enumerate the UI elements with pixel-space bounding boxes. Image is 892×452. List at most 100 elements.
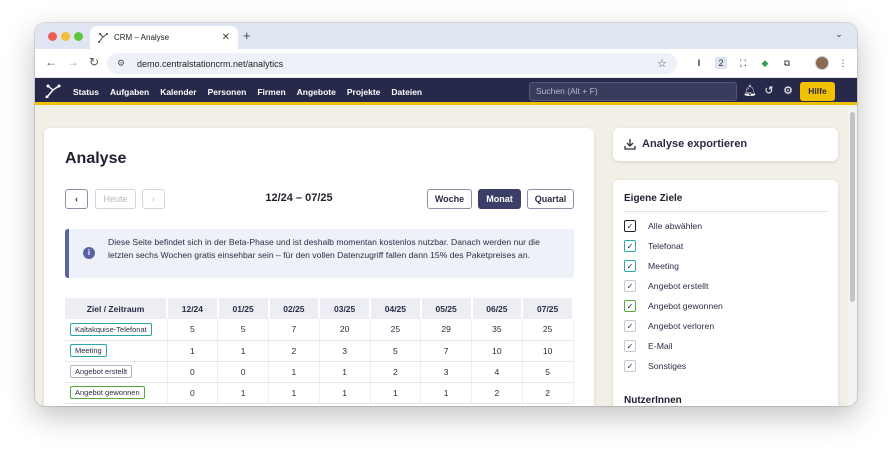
page-title: Analyse (65, 150, 127, 167)
reload-icon[interactable]: ↻ (89, 55, 99, 69)
period-week-button[interactable]: Woche (427, 189, 472, 209)
new-tab-button[interactable]: + (243, 28, 251, 43)
value-cell: 1 (319, 361, 371, 383)
value-cell: 25 (522, 319, 574, 341)
checkbox-checked-icon[interactable]: ✓ (624, 360, 636, 372)
previous-period-button[interactable]: ‹ (65, 189, 88, 209)
table-row: Meeting 1 1 2 3 5 7 10 10 (65, 340, 574, 362)
value-cell: 7 (268, 319, 320, 341)
users-title: NutzerInnen (624, 395, 682, 406)
column-header: 02/25 (268, 298, 321, 319)
value-cell: 20 (319, 319, 371, 341)
value-cell: 25 (370, 319, 422, 341)
nav-dateien[interactable]: Dateien (391, 87, 422, 97)
goal-filter-label: Telefonat (648, 241, 684, 251)
back-arrow-icon[interactable]: ← (45, 55, 57, 69)
goal-filter-label: Sonstiges (648, 361, 687, 371)
help-button[interactable]: Hilfe (800, 82, 835, 101)
goal-filter-item[interactable]: ✓ Alle abwählen (624, 216, 723, 236)
table-header-row: Ziel / Zeitraum 12/24 01/25 02/25 03/25 … (65, 298, 574, 319)
address-bar[interactable]: ⚙ demo.centralstationcrm.net/analytics ☆ (107, 53, 677, 74)
export-analysis-label: Analyse exportieren (642, 138, 748, 150)
column-header: 01/25 (217, 298, 270, 319)
nav-aufgaben[interactable]: Aufgaben (110, 87, 149, 97)
goal-filter-item[interactable]: ✓ E-Mail (624, 336, 723, 356)
column-header: Ziel / Zeitraum (65, 298, 168, 319)
browser-tab[interactable]: CRM – Analyse ✕ (90, 26, 238, 49)
goal-chip: Angebot gewonnen (70, 386, 145, 399)
goal-filter-item[interactable]: ✓ Angebot erstellt (624, 276, 723, 296)
app-navigation: Status Aufgaben Kalender Personen Firmen… (35, 78, 857, 105)
profile-avatar[interactable] (815, 56, 829, 70)
nav-kalender[interactable]: Kalender (160, 87, 196, 97)
period-month-button[interactable]: Monat (478, 189, 521, 209)
goal-filter-label: Angebot gewonnen (648, 301, 723, 311)
deselect-all-icon[interactable]: ✓ (624, 220, 636, 232)
checkbox-checked-icon[interactable]: ✓ (624, 280, 636, 292)
goal-filter-item[interactable]: ✓ Angebot verloren (624, 316, 723, 336)
download-icon (624, 139, 636, 150)
nav-angebote[interactable]: Angebote (297, 87, 336, 97)
browser-menu-icon[interactable]: ⋮ (837, 57, 849, 69)
forward-arrow-icon[interactable]: → (67, 55, 79, 69)
column-header: 12/24 (167, 298, 219, 319)
extension-badge-icon[interactable]: 2 (715, 57, 727, 69)
close-window-button[interactable] (48, 32, 57, 41)
goal-filter-item[interactable]: ✓ Angebot gewonnen (624, 296, 723, 316)
main-menu: Status Aufgaben Kalender Personen Firmen… (73, 78, 433, 105)
checkbox-checked-icon[interactable]: ✓ (624, 320, 636, 332)
today-button[interactable]: Heute (95, 189, 136, 209)
column-header: 07/25 (522, 298, 574, 319)
goal-filter-item[interactable]: ✓ Telefonat (624, 236, 723, 256)
site-settings-icon[interactable]: ⚙ (117, 58, 129, 69)
value-cell: 0 (217, 361, 269, 383)
next-period-button[interactable]: › (142, 189, 165, 209)
period-quarter-button[interactable]: Quartal (527, 189, 574, 209)
nav-projekte[interactable]: Projekte (347, 87, 381, 97)
goal-chip: Meeting (70, 344, 107, 357)
info-icon: i (83, 247, 95, 259)
beta-info-box: i Diese Seite befindet sich in der Beta-… (65, 229, 574, 278)
checkbox-checked-icon[interactable]: ✓ (624, 340, 636, 352)
minimize-window-button[interactable] (61, 32, 70, 41)
goal-filter-label: Alle abwählen (648, 221, 703, 231)
bell-icon[interactable]: 🔔︎ (743, 84, 757, 98)
goal-label-cell: Angebot erstellt (65, 361, 168, 383)
goal-filter-label: Meeting (648, 261, 679, 271)
history-icon[interactable]: ↺ (762, 84, 776, 98)
checkbox-checked-icon[interactable]: ✓ (624, 260, 636, 272)
goal-filter-item[interactable]: ✓ Sonstiges (624, 356, 723, 376)
nav-status[interactable]: Status (73, 87, 99, 97)
extensions-puzzle-icon[interactable]: ⧉ (781, 57, 793, 69)
extension-1-icon[interactable]: I (693, 57, 705, 69)
nav-firmen[interactable]: Firmen (257, 87, 285, 97)
bookmark-star-icon[interactable]: ☆ (657, 57, 667, 70)
value-cell: 1 (217, 382, 269, 404)
table-row: Angebot erstellt 0 0 1 1 2 3 4 5 (65, 361, 574, 383)
extension-2-icon[interactable]: ◆ (759, 57, 771, 69)
goal-label-cell: Meeting (65, 340, 168, 362)
goal-filter-item[interactable]: ✓ Meeting (624, 256, 723, 276)
scrollbar-thumb[interactable] (850, 112, 855, 302)
screenshot-icon[interactable]: ⛶ (737, 57, 749, 69)
value-cell: 2 (522, 382, 574, 404)
value-cell: 1 (217, 340, 269, 362)
value-cell: 1 (420, 382, 472, 404)
goal-chip: Kaltakquise-Telefonat (70, 322, 152, 336)
close-tab-icon[interactable]: ✕ (222, 32, 230, 43)
checkbox-checked-icon[interactable]: ✓ (624, 300, 636, 312)
nav-personen[interactable]: Personen (208, 87, 247, 97)
value-cell: 29 (420, 319, 472, 341)
checkbox-checked-icon[interactable]: ✓ (624, 240, 636, 252)
page-scrollbar[interactable] (848, 108, 857, 406)
app-logo-icon[interactable] (45, 84, 61, 98)
address-row: ← → ↻ ⚙ demo.centralstationcrm.net/analy… (35, 49, 857, 78)
export-analysis-card[interactable]: Analyse exportieren (613, 128, 838, 161)
goal-filter-list: ✓ Alle abwählen ✓ Telefonat ✓ Meeting ✓ Angebot… (624, 216, 723, 376)
search-input[interactable]: Suchen (Alt + F) (529, 82, 737, 101)
tab-search-chevron-icon[interactable]: ⌄ (831, 29, 847, 43)
gear-icon[interactable]: ⚙ (781, 84, 795, 98)
maximize-window-button[interactable] (74, 32, 83, 41)
value-cell: 5 (217, 319, 269, 341)
own-goals-card: Eigene Ziele ✓ Alle abwählen ✓ Telefonat ✓ Me… (613, 180, 838, 406)
